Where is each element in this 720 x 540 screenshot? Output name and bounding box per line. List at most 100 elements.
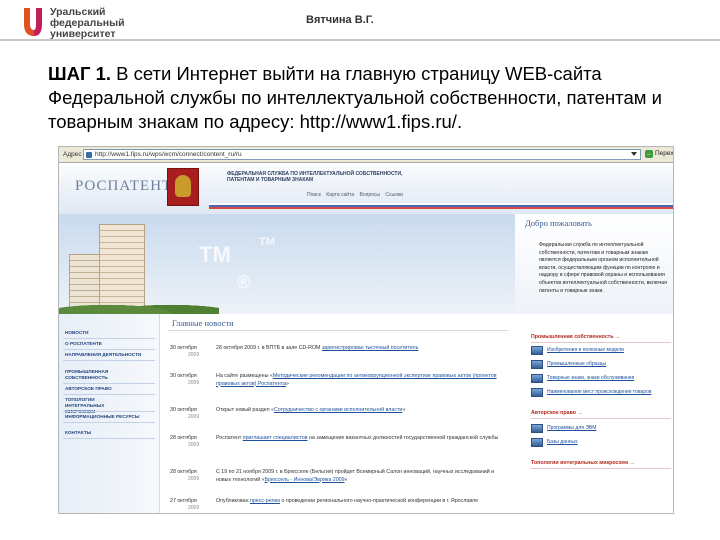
- nav-item-news[interactable]: НОВОСТИ: [65, 330, 155, 336]
- news-link[interactable]: Брюссель - Иннова/Эврика 2009: [265, 477, 345, 483]
- site-title-line-2: ПАТЕНТАМ И ТОВАРНЫМ ЗНАКАМ: [227, 177, 314, 183]
- news-link[interactable]: Сотрудничество с органами исполнительной…: [274, 407, 402, 413]
- site-header: РОСПАТЕНТ ФЕДЕРАЛЬНАЯ СЛУЖБА ПО ИНТЕЛЛЕК…: [59, 164, 673, 214]
- nav-item-activities[interactable]: НАПРАВЛЕНИЯ ДЕЯТЕЛЬНОСТИ: [65, 352, 155, 358]
- site-title: ФЕДЕРАЛЬНАЯ СЛУЖБА ПО ИНТЕЛЛЕКТУАЛЬНОЙ С…: [227, 171, 402, 183]
- main-news: Главные новости 30 октября 2009 28 октяб…: [159, 314, 517, 513]
- banner-image: TM TM ®: [59, 214, 515, 314]
- heading-underline: [531, 418, 671, 419]
- news-year: 2009: [188, 414, 200, 420]
- step-description: В сети Интернет выйти на главную страниц…: [48, 63, 662, 132]
- resource-label[interactable]: Промышленные образцы: [547, 361, 606, 367]
- university-emblem-icon: [24, 8, 42, 36]
- registered-watermark: ®: [237, 272, 251, 292]
- step-label: ШАГ 1.: [48, 63, 112, 84]
- nav-item-industrial-property[interactable]: ПРОМЫШЛЕННАЯ СОБСТВЕННОСТЬ: [65, 369, 125, 381]
- copyright-heading[interactable]: Авторское право →: [531, 410, 583, 416]
- news-text-part: »: [344, 476, 348, 483]
- nav-separator: [63, 411, 155, 412]
- resource-item[interactable]: Изобретения и полезные модели: [531, 346, 671, 356]
- nav-item-copyright[interactable]: АВТОРСКОЕ ПРАВО: [65, 386, 155, 392]
- ural-university-logo: Уральский федеральный университет: [22, 6, 162, 40]
- trademarks-icon: [531, 374, 543, 383]
- news-title: Главные новости: [172, 318, 234, 328]
- resource-label[interactable]: Программы для ЭВМ: [547, 425, 596, 431]
- topologies-heading[interactable]: Топологии интегральных микросхем →: [531, 460, 635, 466]
- news-year: 2009: [188, 476, 200, 482]
- news-link[interactable]: зарегистрирован тысячный посетитель: [322, 345, 418, 351]
- news-text-part: На сайте размещены «: [216, 373, 273, 379]
- news-text-part: Роспатент: [216, 435, 243, 441]
- news-text-part: 28 октября 2009 г. в ВПТБ в зале CD-ROM: [216, 345, 322, 351]
- news-date: 28 октября: [170, 469, 197, 475]
- left-navigation: НОВОСТИ О РОСПАТЕНТЕ НАПРАВЛЕНИЯ ДЕЯТЕЛЬ…: [59, 314, 159, 513]
- address-bar: Адрес http://www1.fips.ru/wps/wcm/connec…: [59, 147, 673, 163]
- top-links: Поиск Карта сайта Вопросы Ссылки: [307, 192, 407, 198]
- appellations-icon: [531, 388, 543, 397]
- news-text-part: Опубликован: [216, 498, 250, 504]
- news-year: 2009: [188, 380, 200, 386]
- news-text-part: »: [286, 380, 289, 387]
- resource-label[interactable]: Изобретения и полезные модели: [547, 347, 624, 353]
- slide-heading: ШАГ 1. В сети Интернет выйти на главную …: [48, 62, 688, 134]
- browser-screenshot: Адрес http://www1.fips.ru/wps/wcm/connec…: [58, 146, 674, 514]
- resource-label[interactable]: Товарные знаки, знаки обслуживания: [547, 375, 634, 381]
- nav-separator: [63, 394, 155, 395]
- flag-stripes: [209, 203, 673, 209]
- software-icon: [531, 424, 543, 433]
- go-label: Перех: [655, 150, 674, 157]
- heading-underline: [531, 342, 671, 343]
- welcome-panel: Добро пожаловать Федеральная служба по и…: [515, 214, 673, 314]
- trees-image: [59, 298, 219, 314]
- link-links[interactable]: Ссылки: [385, 192, 403, 198]
- rospatent-logo[interactable]: РОСПАТЕНТ: [75, 178, 172, 195]
- industrial-property-heading[interactable]: Промышленная собственность →: [531, 334, 620, 340]
- news-year: 2009: [188, 442, 200, 448]
- resource-item[interactable]: Базы данных: [531, 438, 671, 448]
- news-divider: [168, 330, 508, 331]
- header-divider: [0, 39, 720, 41]
- trademark-watermark: TM: [199, 242, 231, 267]
- resource-item[interactable]: Промышленные образцы: [531, 360, 671, 370]
- news-link[interactable]: пресс-релиз: [250, 498, 280, 504]
- news-date: 30 октября: [170, 407, 197, 413]
- link-questions[interactable]: Вопросы: [360, 192, 380, 198]
- nav-separator: [63, 438, 155, 439]
- url-field[interactable]: http://www1.fips.ru/wps/wcm/connect/cont…: [83, 149, 641, 160]
- link-sitemap[interactable]: Карта сайта: [326, 192, 354, 198]
- url-text: http://www1.fips.ru/wps/wcm/connect/cont…: [95, 151, 242, 158]
- resource-label[interactable]: Базы данных: [547, 439, 578, 445]
- nav-item-information-resources[interactable]: ИНФОРМАЦИОННЫЕ РЕСУРСЫ: [65, 414, 155, 420]
- news-text-part: Открыт новый раздел «: [216, 407, 274, 413]
- resource-item[interactable]: Наименования мест происхождения товаров: [531, 388, 671, 398]
- trademark-watermark-small: TM: [259, 236, 275, 248]
- nav-separator: [63, 360, 155, 361]
- industrial-designs-icon: [531, 360, 543, 369]
- resource-item[interactable]: Программы для ЭВМ: [531, 424, 671, 434]
- nav-item-about[interactable]: О РОСПАТЕНТЕ: [65, 341, 155, 347]
- coat-of-arms-icon: [167, 168, 199, 206]
- resource-item[interactable]: Товарные знаки, знаки обслуживания: [531, 374, 671, 384]
- nav-separator: [63, 422, 155, 423]
- nav-separator: [63, 349, 155, 350]
- go-button[interactable]: → Перех: [645, 149, 673, 160]
- dropdown-arrow-icon[interactable]: [631, 152, 637, 156]
- news-text-part: »: [402, 407, 406, 413]
- databases-icon: [531, 438, 543, 447]
- news-link[interactable]: приглашает специалистов: [243, 435, 308, 441]
- link-search[interactable]: Поиск: [307, 192, 321, 198]
- news-date: 28 октября: [170, 435, 197, 441]
- right-column: Промышленная собственность → Изобретения…: [517, 314, 673, 513]
- logo-text: Уральский федеральный университет: [50, 7, 125, 40]
- nav-item-topologies[interactable]: ТОПОЛОГИИ ИНТЕГРАЛЬНЫХ МИКРОСХЕМ: [65, 397, 131, 415]
- resource-label[interactable]: Наименования мест происхождения товаров: [547, 389, 651, 395]
- news-year: 2009: [188, 352, 200, 358]
- news-text: Роспатент приглашает специалистов на зам…: [216, 435, 506, 443]
- news-date: 27 октября: [170, 498, 197, 504]
- welcome-title: Добро пожаловать: [525, 218, 592, 228]
- news-text: С 19 по 21 ноября 2009 г. в Брюсселе (Бе…: [216, 469, 506, 484]
- nav-item-contacts[interactable]: КОНТАКТЫ: [65, 430, 155, 436]
- author-name: Вятчина В.Г.: [306, 14, 374, 26]
- emblem-eagle: [175, 175, 191, 197]
- inventions-icon: [531, 346, 543, 355]
